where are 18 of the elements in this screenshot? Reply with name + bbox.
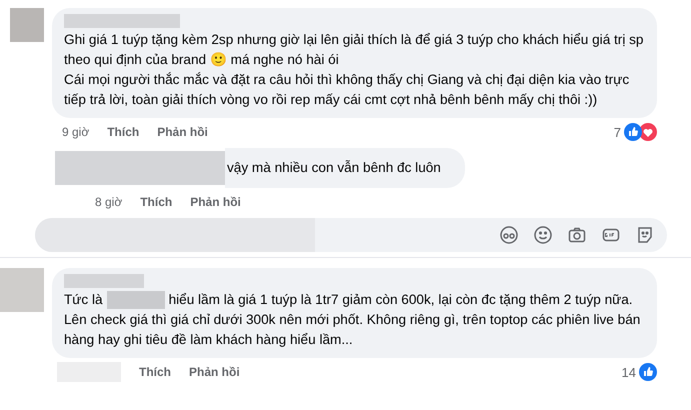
reply-link[interactable]: Phản hồi (190, 195, 241, 209)
comment-time[interactable]: 8 giờ (95, 195, 122, 209)
like-link[interactable]: Thích (139, 365, 171, 379)
comment-text: Ghi giá 1 tuýp tặng kèm 2sp nhưng giờ lại lên giải thích là để giá 3 tuýp cho khách hiểu giá trị sp theo qui định của brand 🙂 má nghe nó hài ói (64, 31, 644, 69)
emoji-icon[interactable] (533, 225, 553, 245)
reaction-count[interactable]: 7 (614, 124, 621, 140)
comment-time[interactable]: 9 giờ (62, 125, 90, 139)
avatar-icon[interactable] (499, 225, 519, 245)
reaction-count[interactable]: 14 (622, 364, 636, 380)
reply-input-field[interactable] (35, 218, 667, 252)
camera-icon[interactable] (567, 225, 587, 245)
reply-text: vậy mà nhiều con vẫn bênh đc luôn (227, 159, 441, 177)
reply-link[interactable]: Phản hồi (157, 125, 208, 139)
comment-text: Tức là hiểu lầm là giá 1 tuýp là 1tr7 giảm còn 600k, lại còn đc tặng thêm 2 tuýp nữa. Lên check giá thì giá chỉ dưới 300k nên mới phốt. Không riêng gì, trên toptop các phiên live bán hàng hay ghi tiêu đề làm khách hàng hiểu lầm... (64, 290, 642, 349)
reply-link[interactable]: Phản hồi (189, 365, 240, 379)
like-link[interactable]: Thích (107, 125, 140, 139)
like-link[interactable]: Thích (140, 195, 172, 209)
comment-text: Cái mọi người thắc mắc và đặt ra câu hỏi thì không thấy chị Giang và chị đại diện kia vào trực tiếp trả lời, toàn giải thích vòng vo rồi rep mấy cái cmt cợt nhả bênh bênh mấy chị thôi :)) (64, 71, 630, 109)
